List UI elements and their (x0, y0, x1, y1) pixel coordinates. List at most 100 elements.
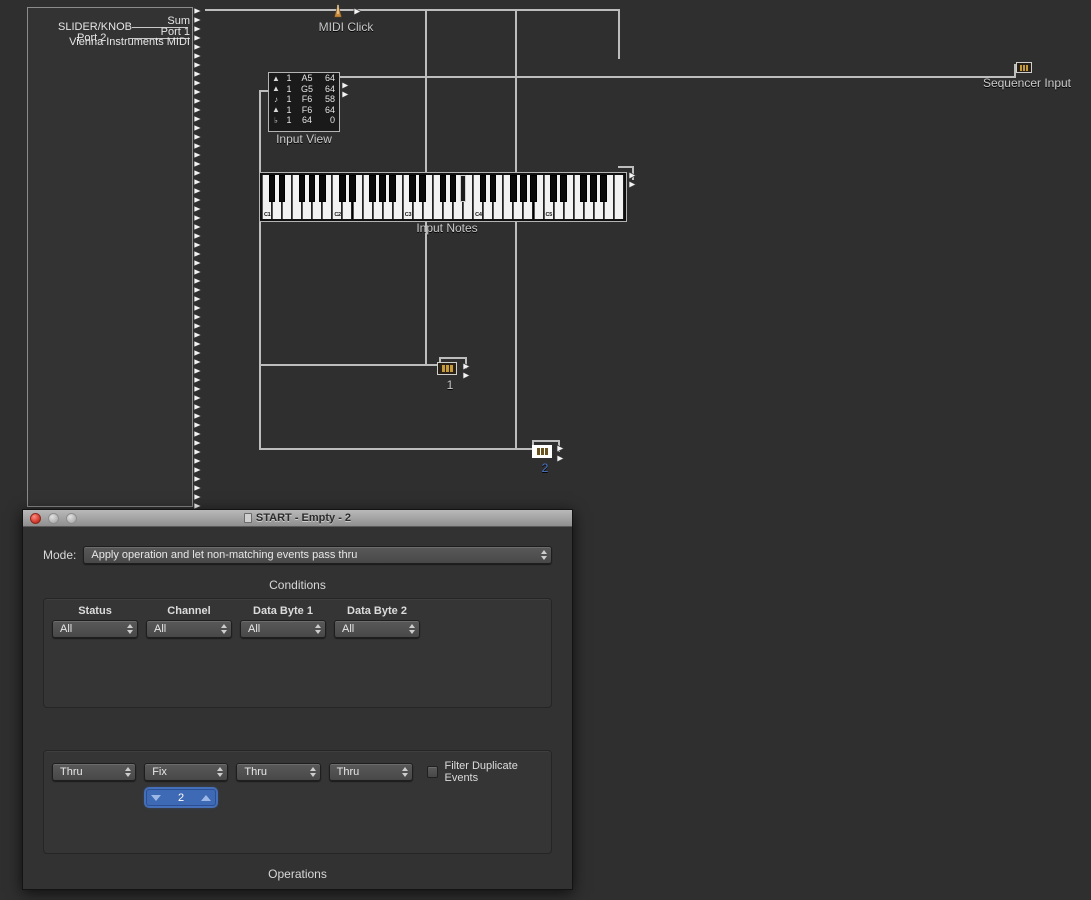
output-port-triangle[interactable] (193, 196, 204, 204)
condition-channel-select[interactable]: All (146, 620, 232, 638)
output-port-triangle[interactable] (193, 295, 204, 303)
output-port-triangle[interactable] (193, 16, 204, 24)
output-port-triangle[interactable] (193, 259, 204, 267)
black-key[interactable] (349, 175, 356, 202)
output-port-triangle[interactable] (193, 403, 204, 411)
black-key[interactable] (460, 175, 467, 202)
black-key[interactable] (520, 175, 527, 202)
operation-channel-select[interactable]: Fix (144, 763, 228, 781)
midi-click-output-port[interactable] (353, 3, 363, 21)
black-key[interactable] (580, 175, 587, 202)
output-port-triangle[interactable] (193, 223, 204, 231)
midi-plug-icon[interactable] (1016, 62, 1032, 73)
input-view-output-port[interactable] (341, 86, 351, 104)
black-key[interactable] (369, 175, 376, 202)
stepper-down-icon[interactable] (151, 795, 161, 801)
black-key[interactable] (440, 175, 447, 202)
transformer-icon[interactable] (532, 445, 552, 458)
output-port-triangle[interactable] (193, 376, 204, 384)
output-port-triangle[interactable] (193, 43, 204, 51)
output-port-triangle[interactable] (193, 286, 204, 294)
output-port-triangle[interactable] (193, 106, 204, 114)
black-key[interactable] (600, 175, 607, 202)
black-key[interactable] (269, 175, 276, 202)
output-port-triangle[interactable] (193, 277, 204, 285)
output-port-triangle[interactable] (193, 7, 204, 15)
output-port-triangle[interactable] (193, 331, 204, 339)
output-port-triangle[interactable] (193, 412, 204, 420)
output-port-triangle[interactable] (193, 250, 204, 258)
output-port-triangle[interactable] (193, 70, 204, 78)
output-port-triangle[interactable] (193, 439, 204, 447)
filter-duplicate-events-row[interactable]: Filter Duplicate Events (427, 760, 551, 784)
black-key[interactable] (409, 175, 416, 202)
output-port-triangle[interactable] (193, 178, 204, 186)
output-port-triangle[interactable] (193, 97, 204, 105)
black-key[interactable] (450, 175, 457, 202)
black-key[interactable] (560, 175, 567, 202)
operation-status-select[interactable]: Thru (52, 763, 136, 781)
black-key[interactable] (379, 175, 386, 202)
output-port-triangle[interactable] (193, 151, 204, 159)
window-titlebar[interactable]: START - Empty - 2 (23, 510, 572, 527)
output-port-triangle[interactable] (193, 304, 204, 312)
black-key[interactable] (419, 175, 426, 202)
output-port-triangle[interactable] (193, 367, 204, 375)
black-key[interactable] (490, 175, 497, 202)
transformer-window[interactable]: START - Empty - 2 Mode: Apply operation … (22, 509, 573, 890)
fix-value-stepper[interactable]: 2 (146, 789, 216, 806)
output-port-triangle[interactable] (193, 124, 204, 132)
output-port-triangle[interactable] (193, 421, 204, 429)
output-port-triangle[interactable] (193, 205, 204, 213)
mode-select[interactable]: Apply operation and let non-matching eve… (83, 546, 552, 564)
black-key[interactable] (480, 175, 487, 202)
input-view-monitor[interactable]: ▲ 1 A5 64 ▲ 1 G5 64 ♪ 1 F6 58 ▲ 1 F6 6 (268, 72, 340, 132)
output-port-triangle[interactable] (193, 448, 204, 456)
condition-data-byte-1-select[interactable]: All (240, 620, 326, 638)
stepper-up-icon[interactable] (201, 795, 211, 801)
input-notes-keyboard[interactable]: C1C2C3C4C5 (259, 172, 627, 222)
output-port-triangle[interactable] (193, 232, 204, 240)
black-key[interactable] (299, 175, 306, 202)
output-port-triangle[interactable] (193, 385, 204, 393)
output-port-triangle[interactable] (193, 214, 204, 222)
black-key[interactable] (389, 175, 396, 202)
output-port-triangle[interactable] (193, 493, 204, 501)
physical-input-object[interactable]: SLIDER/KNOB Sum Port 1 Port 2 Vienna Ins… (27, 7, 193, 507)
output-port-triangle[interactable] (193, 241, 204, 249)
black-key[interactable] (530, 175, 537, 202)
output-port-triangle[interactable] (193, 61, 204, 69)
black-key[interactable] (309, 175, 316, 202)
output-port-triangle[interactable] (193, 484, 204, 492)
keyboard-keys[interactable]: C1C2C3C4C5 (262, 175, 624, 219)
condition-status-select[interactable]: All (52, 620, 138, 638)
white-key[interactable] (614, 175, 624, 219)
condition-data-byte-2-select[interactable]: All (334, 620, 420, 638)
output-port-triangle[interactable] (193, 133, 204, 141)
output-port-triangle[interactable] (193, 52, 204, 60)
output-port-triangle[interactable] (193, 313, 204, 321)
output-port-triangle[interactable] (193, 457, 204, 465)
output-port-triangle[interactable] (193, 466, 204, 474)
output-port-triangle[interactable] (193, 88, 204, 96)
output-port-triangle[interactable] (193, 358, 204, 366)
output-port-triangle[interactable] (193, 34, 204, 42)
output-port-triangle[interactable] (193, 268, 204, 276)
transformer-icon[interactable] (437, 362, 457, 375)
keyboard-output-port[interactable] (628, 176, 638, 194)
operation-data-byte-2-select[interactable]: Thru (329, 763, 413, 781)
filter-duplicate-events-checkbox[interactable] (427, 766, 439, 778)
output-port-triangle[interactable] (193, 349, 204, 357)
black-key[interactable] (510, 175, 517, 202)
output-port-triangle[interactable] (193, 430, 204, 438)
transformer-object-1[interactable] (437, 362, 457, 375)
output-port-triangle[interactable] (193, 187, 204, 195)
output-port-triangle[interactable] (193, 115, 204, 123)
operation-data-byte-1-select[interactable]: Thru (236, 763, 320, 781)
output-port-triangle[interactable] (193, 25, 204, 33)
output-port-triangle[interactable] (193, 169, 204, 177)
black-key[interactable] (279, 175, 286, 202)
output-port-triangle[interactable] (193, 322, 204, 330)
black-key[interactable] (590, 175, 597, 202)
output-port-triangle[interactable] (193, 79, 204, 87)
